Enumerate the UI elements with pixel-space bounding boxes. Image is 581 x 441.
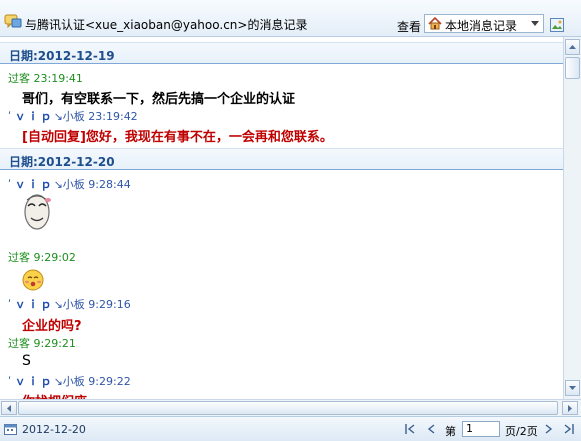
message-time: 9:29:22 bbox=[88, 375, 131, 388]
message-history-panel[interactable]: 日期:2012-12-19 过客 23:19:41 哥们，有空联系一下，然后先搞… bbox=[0, 37, 563, 399]
sender-prefix: ʹ bbox=[8, 375, 12, 388]
arrow-left-icon bbox=[7, 404, 11, 412]
scroll-right-button[interactable] bbox=[562, 401, 578, 415]
arrow-right-icon bbox=[568, 404, 572, 412]
date-separator: 日期:2012-12-20 bbox=[0, 148, 563, 170]
message-time: 23:19:41 bbox=[33, 72, 83, 85]
message-text: 企业的吗? bbox=[22, 319, 82, 334]
scroll-left-button[interactable] bbox=[1, 401, 17, 415]
sender-suffix: ↘小板 bbox=[53, 178, 85, 191]
last-page-icon bbox=[564, 424, 574, 434]
view-label: 查看 bbox=[397, 20, 422, 34]
message-time: 9:28:44 bbox=[88, 178, 131, 191]
message-header: 过客 9:29:02 bbox=[8, 249, 76, 265]
status-bar: 2012-12-20 第 1 页/2页 bbox=[0, 416, 581, 441]
chevron-down-icon[interactable] bbox=[527, 15, 543, 32]
chat-history-icon bbox=[4, 14, 22, 28]
vertical-scroll-thumb[interactable] bbox=[565, 57, 580, 79]
sender-name: ｖｉｐ bbox=[14, 178, 54, 191]
calendar-icon[interactable] bbox=[4, 423, 17, 435]
sender-prefix: ʹ bbox=[8, 298, 12, 311]
sender-name: ｖｉｐ bbox=[14, 110, 54, 123]
vertical-scrollbar[interactable] bbox=[563, 37, 581, 399]
date-label: 日期:2012-12-20 bbox=[9, 155, 115, 169]
sender-name: 过客 bbox=[8, 251, 30, 264]
first-page-button[interactable] bbox=[403, 421, 417, 437]
sender-suffix: ↘小板 bbox=[53, 298, 85, 311]
first-page-icon bbox=[405, 424, 415, 434]
page-prefix-label: 第 bbox=[445, 425, 456, 438]
message-time: 9:29:21 bbox=[33, 337, 76, 350]
horizontal-scrollbar[interactable] bbox=[0, 399, 581, 416]
image-icon[interactable] bbox=[550, 18, 564, 32]
message-header: ʹ ｖｉｐ↘小板 9:29:22 bbox=[8, 373, 131, 389]
smiley-face-emoticon bbox=[22, 269, 44, 291]
arrow-down-icon bbox=[569, 386, 576, 390]
record-source-select[interactable]: 本地消息记录 bbox=[424, 14, 544, 33]
current-date: 2012-12-20 bbox=[22, 423, 86, 436]
scroll-down-button[interactable] bbox=[565, 380, 580, 396]
sender-suffix: ↘小板 bbox=[53, 375, 85, 388]
window-title: 与腾讯认证<xue_xiaoban@yahoo.cn>的消息记录 bbox=[25, 18, 308, 32]
sender-name: 过客 bbox=[8, 337, 30, 350]
message-time: 9:29:16 bbox=[88, 298, 131, 311]
date-label: 日期:2012-12-19 bbox=[9, 49, 115, 63]
previous-page-button[interactable] bbox=[424, 421, 438, 437]
arrow-up-icon bbox=[569, 45, 576, 49]
date-separator: 日期:2012-12-19 bbox=[0, 42, 563, 64]
last-page-button[interactable] bbox=[562, 421, 576, 437]
sender-suffix: ↘小板 bbox=[53, 110, 85, 123]
sender-name: ｖｉｐ bbox=[14, 298, 54, 311]
message-text: 哥们，有空联系一下，然后先搞一个企业的认证 bbox=[22, 92, 296, 107]
sender-prefix: ʹ bbox=[8, 110, 12, 123]
toolbar: 与腾讯认证<xue_xiaoban@yahoo.cn>的消息记录 查看 本地消息… bbox=[0, 0, 581, 37]
message-text: 你找杷们座 bbox=[22, 391, 87, 399]
page-number-input[interactable]: 1 bbox=[462, 421, 500, 437]
message-header: 过客 9:29:21 bbox=[8, 335, 76, 351]
sender-prefix: ʹ bbox=[8, 178, 12, 191]
sender-name: ｖｉｐ bbox=[14, 375, 54, 388]
auto-reply-text: [自动回复]您好，我现在有事不在，一会再和您联系。 bbox=[22, 130, 333, 145]
message-header: ʹ ｖｉｐ↘小板 9:28:44 bbox=[8, 176, 131, 192]
home-icon bbox=[428, 17, 442, 30]
next-page-button[interactable] bbox=[542, 421, 556, 437]
message-text: S bbox=[22, 353, 31, 369]
scroll-up-button[interactable] bbox=[565, 39, 580, 55]
message-time: 9:29:02 bbox=[33, 251, 76, 264]
sender-name: 过客 bbox=[8, 72, 30, 85]
message-header: 过客 23:19:41 bbox=[8, 70, 83, 86]
message-header: ʹ ｖｉｐ↘小板 23:19:42 bbox=[8, 108, 138, 124]
message-header: ʹ ｖｉｐ↘小板 9:29:16 bbox=[8, 296, 131, 312]
meme-face-emoticon bbox=[24, 194, 51, 230]
chevron-left-icon bbox=[427, 424, 435, 434]
chevron-right-icon bbox=[545, 424, 553, 434]
horizontal-scroll-thumb[interactable] bbox=[18, 401, 558, 415]
record-source-value: 本地消息记录 bbox=[445, 19, 518, 33]
message-time: 23:19:42 bbox=[88, 110, 138, 123]
page-suffix-label: 页/2页 bbox=[505, 425, 538, 438]
